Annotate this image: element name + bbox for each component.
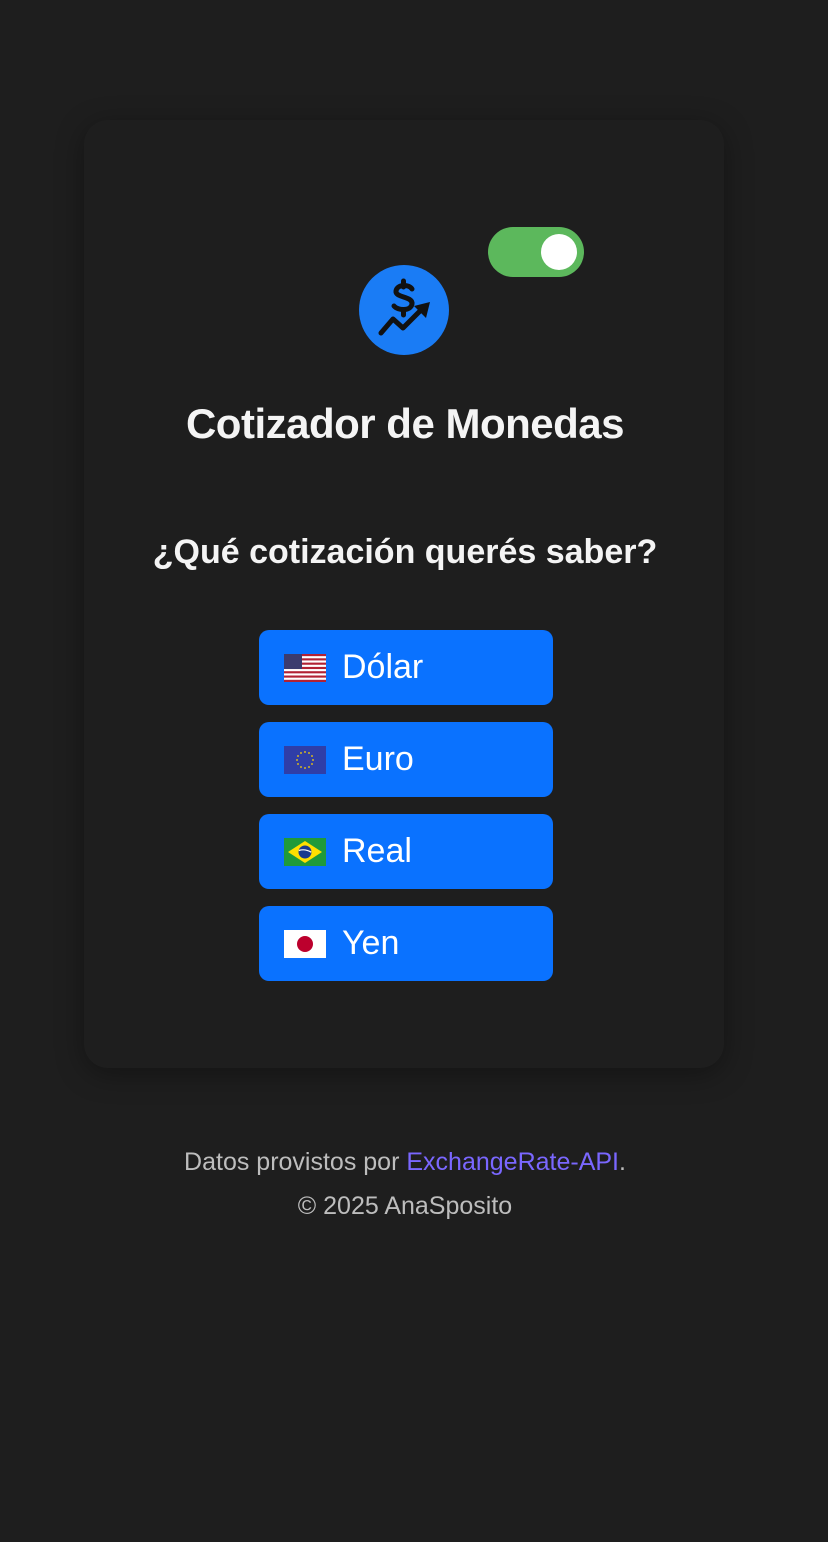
data-source-period: . [619, 1148, 626, 1176]
toggle-knob [541, 234, 577, 270]
real-button[interactable]: Real [259, 814, 553, 889]
theme-toggle[interactable] [488, 227, 584, 277]
data-source-text: Datos provistos por [184, 1148, 407, 1176]
euro-button[interactable]: Euro [259, 722, 553, 797]
eu-flag-icon [284, 745, 326, 774]
brazil-flag-icon [284, 837, 326, 866]
dollar-trend-icon [359, 265, 449, 355]
yen-button[interactable]: Yen [259, 906, 553, 981]
copyright-text: © 2025 AnaSposito [297, 1192, 513, 1220]
currency-label: Dólar [342, 648, 424, 686]
currency-question: ¿Qué cotización querés saber? [152, 533, 658, 571]
app-page: Cotizador de Monedas ¿Qué cotización que… [0, 0, 828, 1542]
currency-button-list: Dólar Euro Real Yen [259, 630, 553, 998]
us-flag-icon [284, 653, 326, 682]
exchangerate-api-link[interactable]: ExchangeRate-API [406, 1148, 619, 1176]
japan-flag-icon [284, 929, 326, 958]
currency-label: Real [342, 832, 412, 870]
page-title: Cotizador de Monedas [185, 400, 625, 447]
currency-label: Yen [342, 924, 400, 962]
page-footer: Datos provistos por ExchangeRate-API. © … [0, 1140, 810, 1228]
dolar-button[interactable]: Dólar [259, 630, 553, 705]
currency-label: Euro [342, 740, 414, 778]
data-source-line: Datos provistos por ExchangeRate-API. [0, 1140, 810, 1184]
